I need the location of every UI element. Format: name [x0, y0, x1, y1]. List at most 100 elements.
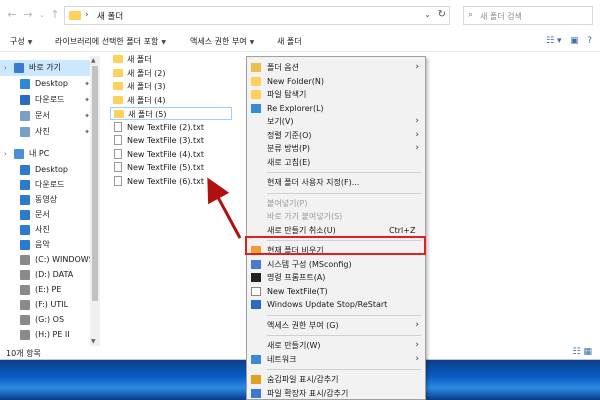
desktop-icon — [20, 79, 30, 89]
nav-pc-item-8[interactable]: (E:) PE — [0, 282, 96, 298]
back-arrow-icon[interactable]: ← — [6, 9, 18, 21]
nav-pc-item-3[interactable]: 문서 — [0, 207, 96, 223]
nav-item-3[interactable]: 사진 ✦ — [0, 124, 96, 140]
nav-item-0[interactable]: Desktop ✦ — [0, 76, 96, 92]
address-path[interactable]: 새 폴더 — [97, 10, 123, 22]
refresh-icon — [251, 103, 261, 113]
recent-chevron-icon[interactable]: ⌄ — [36, 9, 48, 21]
menu-item-label: 폴더 옵션 — [267, 63, 299, 72]
navigation-pane: › 바로 가기 Desktop ✦ 다운로드 ✦ 문서 ✦ 사진 ✦ › 내 PC Desktop 다운로… — [0, 56, 100, 346]
view-options-icon[interactable]: ☷ ▾ ▣ ? — [546, 36, 592, 46]
folder-item[interactable]: 새 폴더 — [110, 53, 235, 66]
folder-item[interactable]: 새 폴더 (5) — [110, 107, 232, 120]
context-menu-item[interactable]: 폴더 옵션 › — [247, 61, 425, 74]
hidden-files-icon — [251, 375, 261, 384]
menu-item-label: New Folder(N) — [267, 76, 324, 86]
scroll-up-icon[interactable]: ▲ — [91, 57, 96, 64]
context-menu-item[interactable]: 명령 프롬프트(A) — [247, 271, 425, 284]
nav-this-pc[interactable]: › 내 PC — [0, 146, 96, 162]
drive-icon — [20, 315, 30, 325]
nav-pc-item-11[interactable]: (H:) PE II — [0, 327, 96, 343]
context-menu-item[interactable]: 새로 만들기(W) › — [247, 339, 425, 352]
nav-label: 사진 — [35, 127, 50, 136]
context-menu-item[interactable]: 파일 탐색기 — [247, 88, 425, 101]
menu-item-label: 파일 확장자 표시/감추기 — [267, 388, 349, 398]
nav-quick-access[interactable]: › 바로 가기 — [0, 60, 96, 76]
file-item[interactable]: New TextFile (6).txt — [110, 175, 235, 188]
context-menu-item[interactable]: 액세스 권한 부여 (G) › — [247, 319, 425, 332]
new-folder-button[interactable]: 새 폴더 — [277, 36, 302, 47]
search-placeholder: 새 폴더 검색 — [480, 12, 522, 21]
nav-label: 다운로드 — [35, 95, 65, 104]
share-access-button[interactable]: 액세스 권한 부여 ▼ — [190, 36, 254, 47]
context-menu-item[interactable]: 붙여넣기(P) — [247, 197, 425, 210]
nav-label: (C:) WINDOWS — [35, 255, 94, 264]
context-menu-item[interactable]: 네트워크 › — [247, 353, 425, 366]
file-name: New TextFile (2).txt — [127, 122, 204, 132]
layout-toggle-icon[interactable]: ☷ ▦ — [573, 347, 592, 357]
context-menu-item[interactable]: 시스템 구성 (MSconfig) — [247, 258, 425, 271]
scroll-thumb[interactable] — [92, 66, 98, 301]
folder-item[interactable]: 새 폴더 (4) — [110, 94, 235, 107]
up-arrow-icon[interactable]: ↑ — [49, 9, 61, 21]
refresh-icon[interactable]: ↻ — [438, 9, 446, 20]
nav-pc-item-4[interactable]: 사진 — [0, 222, 96, 238]
context-menu-item[interactable]: 숨김파일 표시/감추기 — [247, 373, 425, 386]
drive-icon — [20, 285, 30, 295]
expand-chevron-icon[interactable]: › — [4, 146, 7, 162]
menu-item-label: 분류 방법(P) — [267, 144, 311, 153]
menu-separator — [267, 192, 421, 194]
drive-icon — [20, 330, 30, 340]
file-item[interactable]: New TextFile (2).txt — [110, 121, 235, 134]
nav-scrollbar[interactable]: ▲ ▼ — [90, 56, 100, 346]
folder-item[interactable]: 새 폴더 (2) — [110, 67, 235, 80]
context-menu-item[interactable]: 파일 확장자 표시/감추기 — [247, 387, 425, 400]
folder-item[interactable]: 새 폴더 (3) — [110, 80, 235, 93]
context-menu-item[interactable]: Re Explorer(L) — [247, 102, 425, 115]
drive-icon — [20, 270, 30, 280]
context-menu-item[interactable]: 정렬 기준(O) › — [247, 129, 425, 142]
context-menu-item[interactable]: New Folder(N) — [247, 75, 425, 88]
context-menu-item[interactable]: Windows Update Stop/ReStart — [247, 298, 425, 311]
file-name: 새 폴더 — [127, 55, 152, 64]
nav-item-2[interactable]: 문서 ✦ — [0, 108, 96, 124]
expand-chevron-icon[interactable]: › — [4, 60, 7, 76]
nav-pc-item-9[interactable]: (F:) UTIL — [0, 297, 96, 313]
nav-label: Desktop — [35, 79, 68, 88]
file-item[interactable]: New TextFile (4).txt — [110, 148, 235, 161]
search-box[interactable]: ⌕ 새 폴더 검색 — [463, 6, 593, 25]
context-menu-item[interactable]: New TextFile(T) — [247, 285, 425, 298]
file-name: New TextFile (5).txt — [127, 163, 204, 172]
context-menu-item[interactable]: 보기(V) › — [247, 115, 425, 128]
nav-pc-item-2[interactable]: 동영상 — [0, 192, 96, 208]
address-bar[interactable]: › 새 폴더 ⌄ ↻ — [64, 6, 450, 25]
context-menu-item[interactable]: 바로 가기 붙여넣기(S) — [247, 210, 425, 223]
nav-pc-item-7[interactable]: (D:) DATA — [0, 267, 96, 283]
organize-button[interactable]: 구성 ▼ — [10, 36, 32, 47]
music-icon — [20, 240, 30, 250]
nav-pc-item-10[interactable]: (G:) OS — [0, 312, 96, 328]
menu-item-label: 시스템 구성 (MSconfig) — [267, 259, 352, 269]
file-item[interactable]: New TextFile (5).txt — [110, 161, 235, 174]
context-menu-item[interactable]: 분류 방법(P) › — [247, 142, 425, 155]
scroll-down-icon[interactable]: ▼ — [91, 338, 96, 345]
nav-pc-item-5[interactable]: 음악 — [0, 237, 96, 253]
context-menu-item[interactable]: 새로 고침(E) — [247, 156, 425, 169]
context-menu-item[interactable]: 현재 폴더 사용자 지정(F)... — [247, 176, 425, 189]
nav-item-1[interactable]: 다운로드 ✦ — [0, 92, 96, 108]
menu-item-label: 새로 고침(E) — [267, 157, 311, 167]
forward-arrow-icon[interactable]: → — [22, 9, 34, 21]
nav-pc-item-1[interactable]: 다운로드 — [0, 177, 96, 193]
nav-pc-item-6[interactable]: (C:) WINDOWS — [0, 252, 96, 268]
address-dropdown-icon[interactable]: ⌄ — [424, 10, 431, 19]
context-menu-item[interactable]: 새로 만들기 취소(U) Ctrl+Z — [247, 224, 425, 237]
nav-label: (H:) PE II — [35, 330, 70, 339]
nav-label: 사진 — [35, 225, 50, 234]
nav-pc-item-0[interactable]: Desktop — [0, 162, 96, 178]
network-icon — [251, 354, 261, 364]
include-library-button[interactable]: 라이브러리에 선택한 폴더 포함 ▼ — [55, 36, 166, 47]
folder-icon — [114, 110, 124, 118]
context-menu: 폴더 옵션 › New Folder(N) 파일 탐색기 Re Explorer(L) 보… — [246, 56, 426, 400]
textfile-icon — [251, 286, 261, 296]
file-item[interactable]: New TextFile (3).txt — [110, 134, 235, 147]
